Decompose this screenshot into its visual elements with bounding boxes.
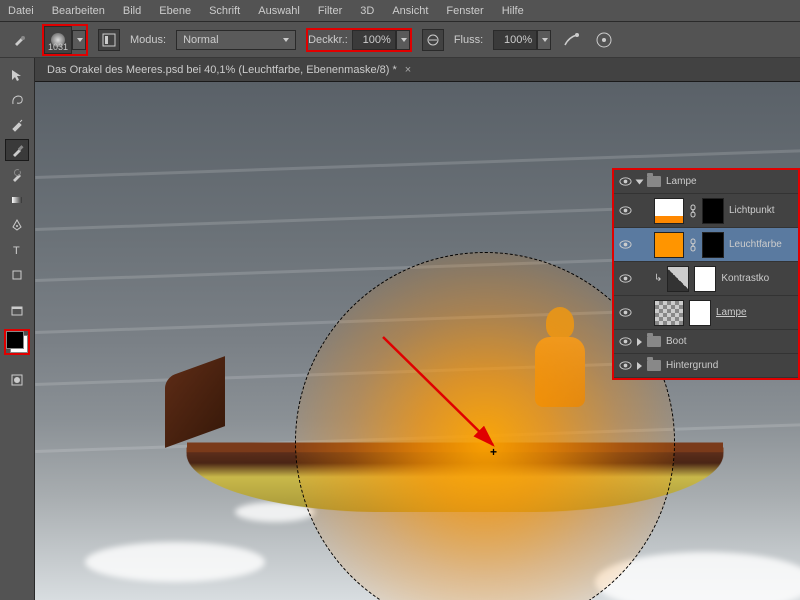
fisherman	[535, 307, 595, 407]
mask-thumb	[702, 232, 724, 258]
gradient-tool-icon[interactable]	[5, 189, 29, 211]
layer-lampe-smart[interactable]: Lampe	[614, 296, 798, 330]
menu-bearbeiten[interactable]: Bearbeiten	[52, 5, 105, 17]
shape-tool-icon[interactable]	[5, 264, 29, 286]
flow-label: Fluss:	[454, 34, 483, 46]
visibility-toggle-icon[interactable]	[618, 306, 632, 320]
brush-cursor-crosshair: +	[490, 445, 500, 455]
mode-label: Modus:	[130, 34, 166, 46]
mask-thumb	[694, 266, 716, 292]
visibility-toggle-icon[interactable]	[618, 238, 632, 252]
layer-name: Lichtpunkt	[729, 205, 794, 216]
visibility-toggle-icon[interactable]	[618, 335, 632, 349]
pressure-opacity-icon[interactable]	[422, 29, 444, 51]
document-title: Das Orakel des Meeres.psd bei 40,1% (Leu…	[47, 64, 397, 76]
menu-hilfe[interactable]: Hilfe	[502, 5, 524, 17]
flow-dropdown[interactable]	[537, 30, 551, 50]
folder-icon	[647, 336, 661, 347]
tool-preset-icon[interactable]	[8, 29, 32, 51]
opacity-label: Deckkr.:	[308, 34, 348, 46]
options-bar: 1031 Modus: Normal Deckkr.: 100% Fluss: …	[0, 22, 800, 58]
brush-size-highlight: 1031	[42, 24, 88, 56]
brush-preview[interactable]: 1031	[44, 26, 72, 54]
menu-datei[interactable]: Datei	[8, 5, 34, 17]
brush-size-dropdown[interactable]	[72, 30, 86, 50]
boat	[185, 392, 725, 532]
pressure-size-icon[interactable]	[593, 29, 615, 51]
brush-panel-toggle-icon[interactable]	[98, 29, 120, 51]
tool-palette: T	[0, 58, 35, 600]
expand-icon[interactable]	[637, 362, 642, 370]
clip-icon: ↳	[654, 273, 662, 284]
menu-schrift[interactable]: Schrift	[209, 5, 240, 17]
history-brush-tool-icon[interactable]	[5, 164, 29, 186]
visibility-toggle-icon[interactable]	[618, 204, 632, 218]
menu-filter[interactable]: Filter	[318, 5, 342, 17]
layer-name: Kontrastko	[721, 273, 794, 284]
color-swatches[interactable]	[4, 329, 30, 355]
canvas-area: Das Orakel des Meeres.psd bei 40,1% (Leu…	[35, 58, 800, 600]
menu-ebene[interactable]: Ebene	[159, 5, 191, 17]
foreground-color-swatch[interactable]	[6, 331, 24, 349]
document-tab[interactable]: Das Orakel des Meeres.psd bei 40,1% (Leu…	[35, 58, 800, 82]
menu-3d[interactable]: 3D	[360, 5, 374, 17]
visibility-toggle-icon[interactable]	[618, 175, 632, 189]
layer-leuchtfarbe[interactable]: Leuchtfarbe	[614, 228, 798, 262]
pen-tool-icon[interactable]	[5, 214, 29, 236]
move-tool-icon[interactable]	[5, 64, 29, 86]
opacity-dropdown[interactable]	[396, 30, 410, 50]
layer-group-lampe[interactable]: Lampe	[614, 170, 798, 194]
layer-name: Hintergrund	[666, 360, 794, 371]
layer-thumb	[654, 232, 684, 258]
menu-bar: Datei Bearbeiten Bild Ebene Schrift Ausw…	[0, 0, 800, 22]
close-tab-icon[interactable]: ×	[405, 64, 411, 76]
expand-icon[interactable]	[637, 338, 642, 346]
brush-size-value: 1031	[48, 42, 68, 52]
visibility-toggle-icon[interactable]	[618, 359, 632, 373]
menu-fenster[interactable]: Fenster	[446, 5, 483, 17]
blend-mode-select[interactable]: Normal	[176, 30, 296, 50]
opacity-input[interactable]: 100%	[352, 30, 396, 50]
brush-tool-icon[interactable]	[5, 139, 29, 161]
opacity-highlight: Deckkr.: 100%	[306, 28, 412, 52]
expand-icon[interactable]	[636, 179, 644, 184]
mask-thumb	[702, 198, 724, 224]
visibility-toggle-icon[interactable]	[618, 272, 632, 286]
blend-mode-value: Normal	[183, 34, 218, 46]
airbrush-icon[interactable]	[561, 29, 583, 51]
adjustment-thumb	[667, 266, 689, 292]
layer-kontrast[interactable]: ↳ Kontrastko	[614, 262, 798, 296]
folder-icon	[647, 360, 661, 371]
menu-auswahl[interactable]: Auswahl	[258, 5, 300, 17]
link-icon	[689, 238, 697, 252]
svg-text:T: T	[13, 245, 20, 257]
eyedropper-tool-icon[interactable]	[5, 114, 29, 136]
type-tool-icon[interactable]: T	[5, 239, 29, 261]
menu-ansicht[interactable]: Ansicht	[392, 5, 428, 17]
screen-mode-icon[interactable]	[5, 300, 29, 322]
layer-name: Lampe	[716, 307, 794, 318]
layer-name: Lampe	[666, 176, 794, 187]
layers-panel: Lampe Lichtpunkt Leuchtfarbe	[612, 168, 800, 380]
menu-bild[interactable]: Bild	[123, 5, 141, 17]
layer-group-hintergrund[interactable]: Hintergrund	[614, 354, 798, 378]
link-icon	[689, 204, 697, 218]
folder-icon	[647, 176, 661, 187]
layer-thumb	[654, 300, 684, 326]
flow-input[interactable]: 100%	[493, 30, 537, 50]
mask-thumb	[689, 300, 711, 326]
layer-lichtpunkt[interactable]: Lichtpunkt	[614, 194, 798, 228]
layer-thumb	[654, 198, 684, 224]
layer-group-boot[interactable]: Boot	[614, 330, 798, 354]
layer-name: Boot	[666, 336, 794, 347]
lasso-tool-icon[interactable]	[5, 89, 29, 111]
quickmask-icon[interactable]	[5, 369, 29, 391]
layer-name: Leuchtfarbe	[729, 239, 794, 250]
